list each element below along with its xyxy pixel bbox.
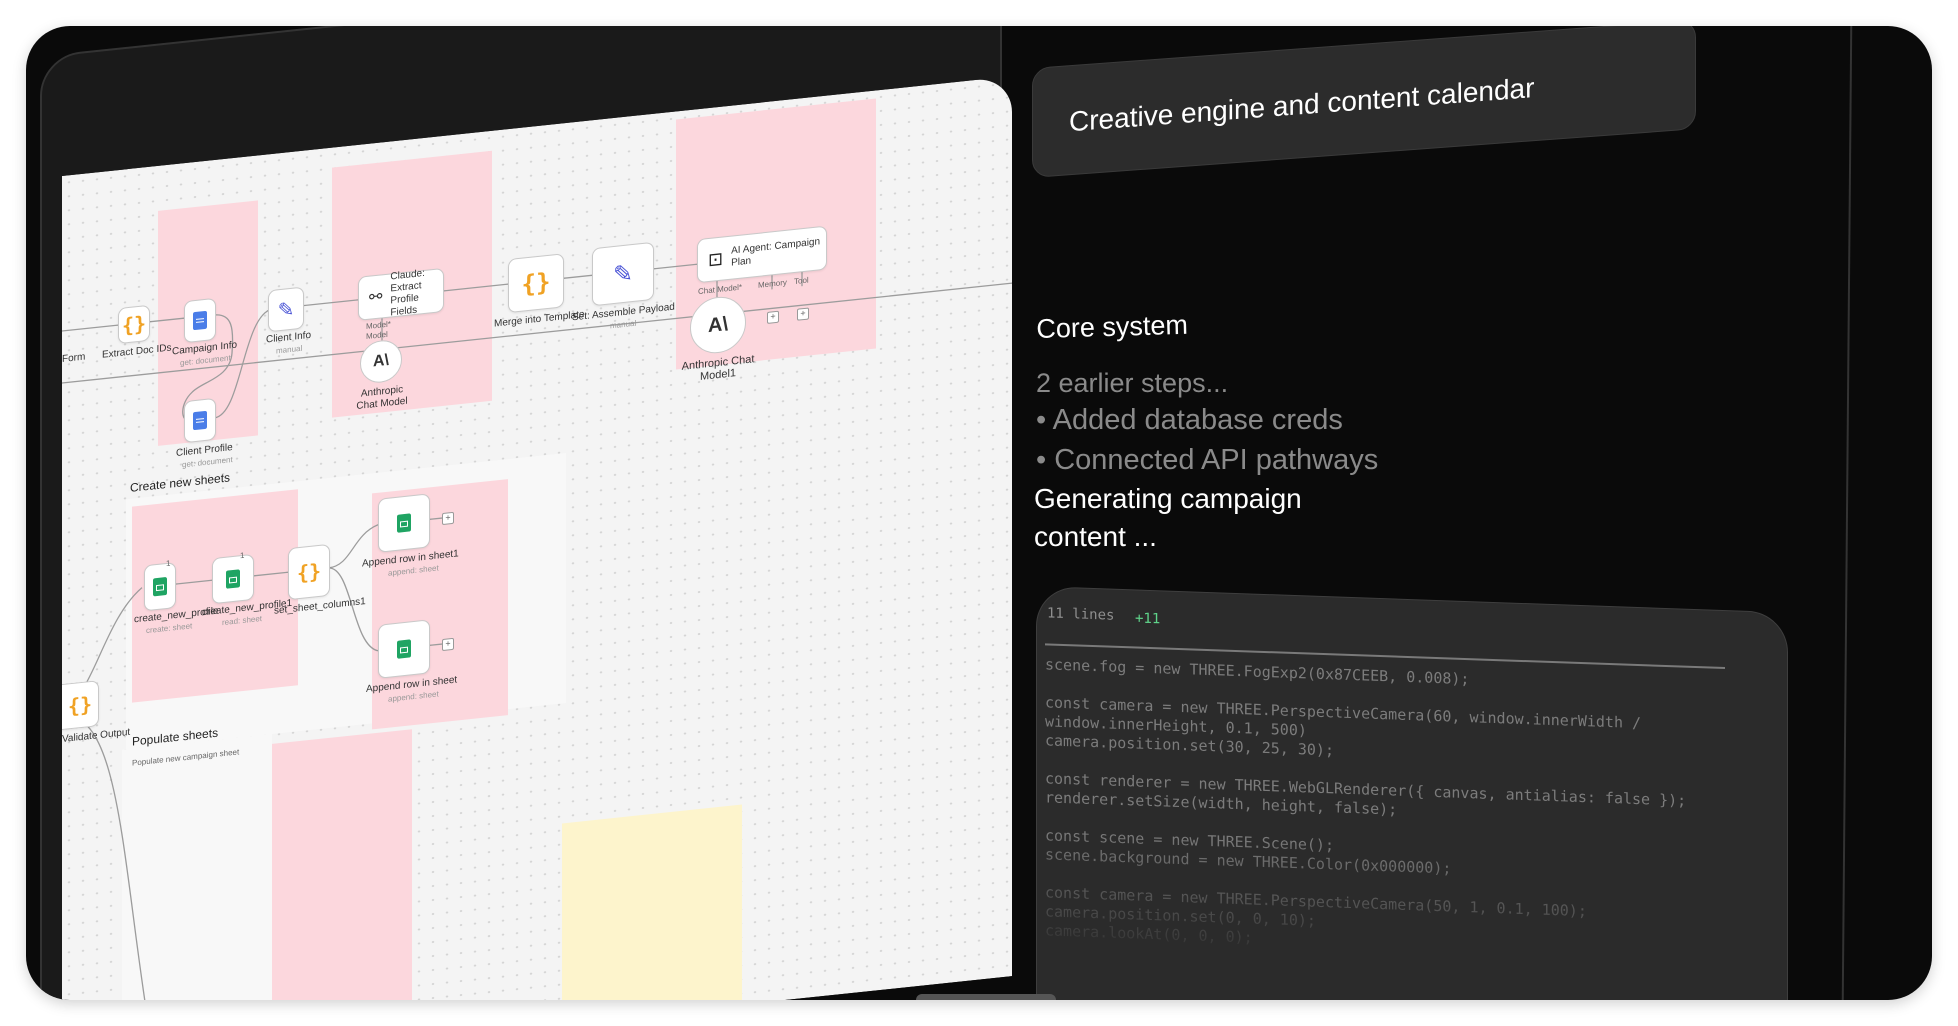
earlier-steps-toggle[interactable]: 2 earlier steps... [1036, 368, 1228, 399]
code-brace-icon: {} [296, 558, 322, 586]
pencil-icon: ✎ [612, 259, 634, 289]
code-brace-icon: {} [521, 267, 551, 299]
ai-agent-label: AI Agent: Campaign Plan [731, 236, 821, 269]
google-sheets-icon [397, 639, 411, 659]
set-sheet-columns-node[interactable]: {} [288, 543, 330, 601]
google-docs-icon [193, 310, 207, 331]
client-profile-node[interactable] [184, 397, 216, 444]
google-sheets-icon [226, 569, 240, 589]
add-next-node-button[interactable]: + [442, 637, 454, 652]
code-added-count: +11 [1135, 610, 1161, 628]
workflow-canvas[interactable]: Form {} Extract Doc IDs Campaign Info ge… [62, 76, 1012, 1000]
panel-title: Creative engine and content calendar [1069, 72, 1535, 138]
badge-count: 1 [166, 558, 171, 569]
google-sheets-icon [397, 513, 411, 533]
form-label: Form [62, 351, 86, 365]
code-brace-icon: {} [67, 691, 93, 719]
code-line-count: 11 lines [1047, 605, 1115, 624]
validate-output-node[interactable]: {} [62, 680, 99, 730]
core-system-heading: Core system [1036, 309, 1189, 344]
anthropic-icon: A\ [373, 351, 389, 371]
assemble-payload-node[interactable]: ✎ [592, 241, 654, 307]
campaign-info-node[interactable] [184, 297, 216, 344]
pencil-icon: ✎ [277, 298, 295, 322]
step-item: • Added database creds [1036, 404, 1343, 436]
code-block[interactable]: scene.fog = new THREE.FogExp2(0x87CEEB, … [1045, 655, 1775, 965]
merge-template-node[interactable]: {} [508, 253, 564, 314]
client-info-node[interactable]: ✎ [268, 286, 304, 333]
tool-tag: Tool [794, 275, 809, 287]
add-memory-button[interactable]: + [767, 310, 779, 324]
robot-icon: ⊡ [708, 248, 724, 270]
agent-panel: Creative engine and content calendar Cor… [916, 26, 1932, 1000]
workflow-canvas-panel: Form {} Extract Doc IDs Campaign Info ge… [26, 26, 1012, 1000]
app-frame: Form {} Extract Doc IDs Campaign Info ge… [26, 26, 1932, 1000]
scroll-handle[interactable] [916, 994, 1056, 1000]
code-brace-icon: {} [121, 311, 147, 338]
append-row-sheet1-node[interactable] [378, 493, 430, 553]
google-docs-icon [193, 410, 207, 431]
badge-count: 1 [240, 550, 245, 561]
generating-status: Generating campaign content ... [1034, 483, 1302, 552]
claude-extract-node[interactable]: ⚯ Claude: Extract Profile Fields [358, 267, 444, 321]
append-row-sheet-node[interactable] [378, 619, 430, 679]
title-pill: Creative engine and content calendar [1032, 26, 1696, 178]
add-tool-button[interactable]: + [797, 307, 809, 321]
connection-wires [62, 263, 1012, 1000]
anthropic-icon: A\ [708, 312, 728, 337]
extract-doc-ids-node[interactable]: {} [118, 304, 150, 345]
create-new-profile1-node[interactable] [212, 553, 254, 605]
panel-edge [1841, 26, 1853, 1000]
link-icon: ⚯ [369, 288, 383, 307]
google-sheets-icon [153, 576, 167, 597]
claude-extract-label: Claude: Extract Profile Fields [390, 267, 425, 319]
add-next-node-button[interactable]: + [442, 511, 454, 526]
create-new-profile-node[interactable] [144, 562, 176, 612]
code-diff-card: 11 lines +11 scene.fog = new THREE.FogEx… [1036, 586, 1788, 1000]
step-item: • Connected API pathways [1036, 444, 1379, 476]
